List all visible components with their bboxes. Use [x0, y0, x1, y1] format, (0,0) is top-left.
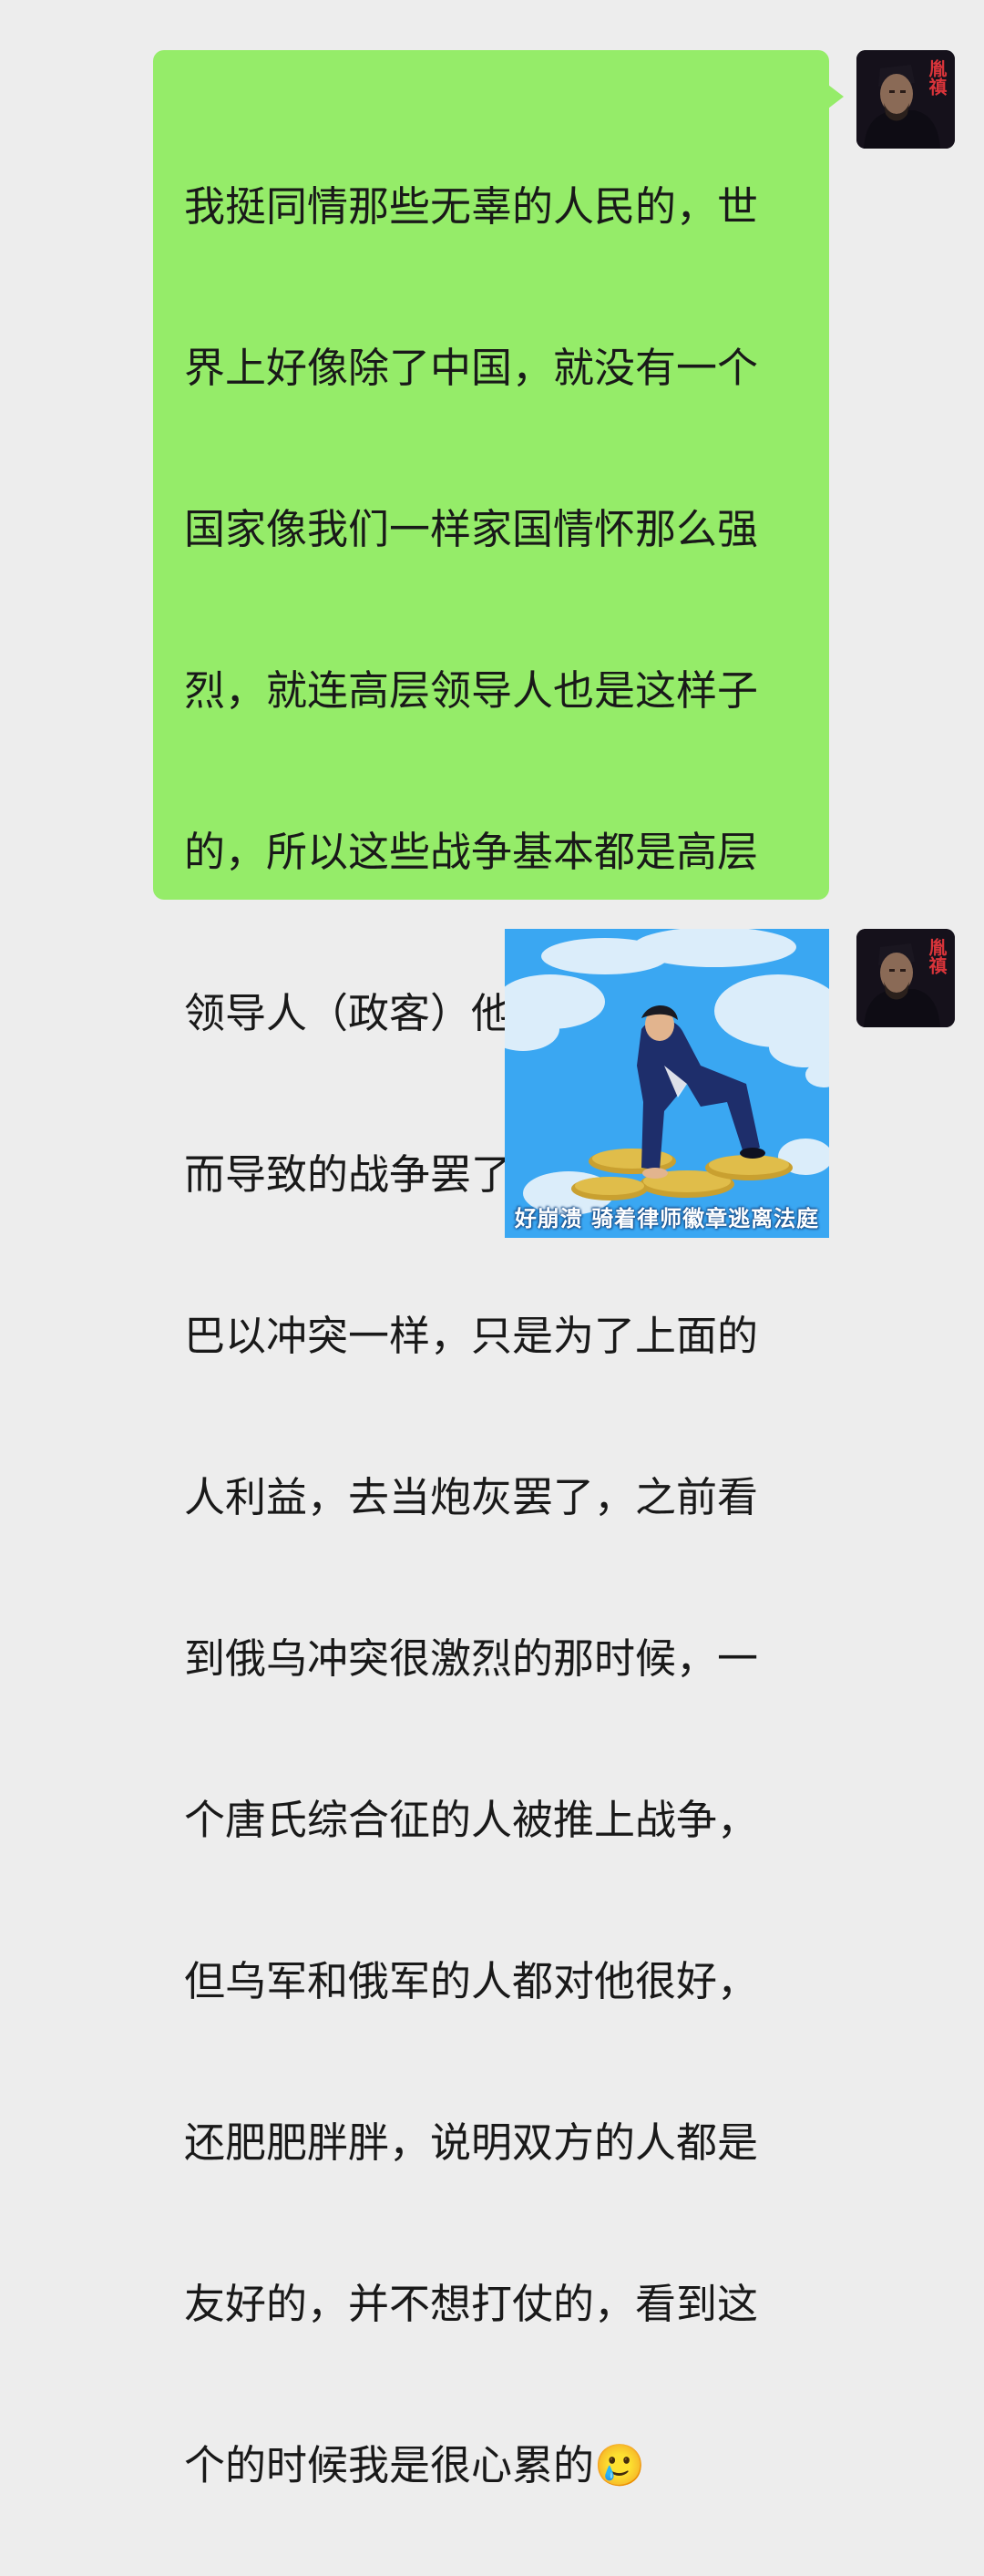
message-line: 我挺同情那些无辜的人民的，世: [184, 182, 759, 231]
message-line: 烈，就连高层领导人也是这样子: [184, 666, 759, 715]
bubble-tail: [828, 85, 844, 108]
sticker-image: [505, 929, 829, 1238]
message-line: 个唐氏综合征的人被推上战争，: [184, 1796, 759, 1844]
message-line: 个的时候我是很心累的🥲: [184, 2441, 646, 2489]
message-sticker[interactable]: 好崩溃 骑着律师徽章逃离法庭: [505, 929, 829, 1238]
message-line: 的，所以这些战争基本都是高层: [184, 828, 759, 876]
message-text: 我挺同情那些无辜的人民的，世 界上好像除了中国，就没有一个 国家像我们一样家国情…: [184, 72, 813, 2576]
user-avatar[interactable]: 胤禛: [856, 929, 955, 1027]
message-line: 巴以冲突一样，只是为了上面的: [184, 1312, 759, 1360]
sticker-caption: 好崩溃 骑着律师徽章逃离法庭: [514, 1206, 820, 1231]
message-line: 国家像我们一样家国情怀那么强: [184, 505, 759, 553]
user-avatar[interactable]: 胤禛: [856, 50, 955, 149]
message-line: 但乌军和俄军的人都对他很好，: [184, 1957, 759, 2005]
message-line: 还肥肥胖胖，说明双方的人都是: [184, 2118, 759, 2167]
avatar-calligraphy: 胤禛: [926, 938, 948, 974]
message-line: 人利益，去当炮灰罢了，之前看: [184, 1473, 759, 1521]
message-line: 到俄乌冲突很激烈的那时候，一: [184, 1634, 759, 1683]
message-line: 界上好像除了中国，就没有一个: [184, 344, 759, 392]
message-bubble-text[interactable]: 我挺同情那些无辜的人民的，世 界上好像除了中国，就没有一个 国家像我们一样家国情…: [153, 50, 844, 2489]
message-line: 友好的，并不想打仗的，看到这: [184, 2280, 759, 2328]
avatar-calligraphy: 胤禛: [926, 59, 948, 96]
